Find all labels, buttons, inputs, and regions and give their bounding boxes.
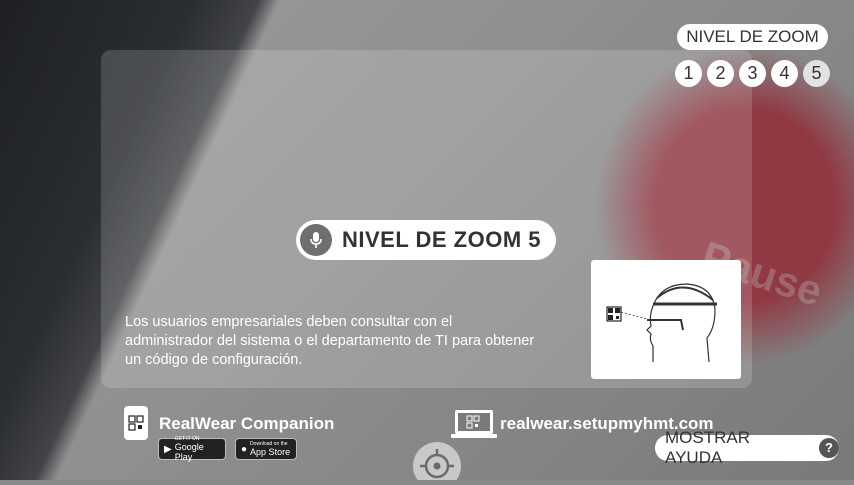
phone-qr-icon	[124, 406, 148, 440]
companion-app-section: RealWear Companion	[124, 406, 334, 440]
companion-app-title: RealWear Companion	[159, 414, 335, 433]
head-icon	[620, 283, 717, 363]
google-play-badge[interactable]: ▶ GET IT ON Google Play	[158, 436, 226, 462]
zoom-level-3-button[interactable]: 3	[739, 60, 766, 87]
microphone-icon	[300, 224, 332, 256]
zoom-level-indicator: NIVEL DE ZOOM 5	[296, 220, 556, 260]
crosshair-icon	[411, 440, 463, 485]
admin-message: Los usuarios empresariales deben consult…	[125, 314, 535, 368]
laptop-qr-icon	[451, 409, 497, 444]
zoom-level-2-button[interactable]: 2	[707, 60, 734, 87]
show-help-label: MOSTRAR AYUDA	[665, 428, 750, 467]
zoom-level-indicator-label: NIVEL DE ZOOM 5	[342, 227, 542, 252]
zoom-level-title: NIVEL DE ZOOM	[677, 24, 828, 50]
qr-code-icon	[606, 306, 622, 322]
zoom-level-1-button[interactable]: 1	[675, 60, 702, 87]
help-icon: ?	[819, 438, 839, 458]
google-play-label: Google Play	[174, 442, 204, 462]
zoom-level-5-button[interactable]: 5	[803, 60, 830, 87]
google-play-icon: ▶	[164, 443, 172, 455]
headset-scan-diagram	[591, 260, 741, 379]
app-store-badge[interactable]: ● Download on the App Store	[235, 438, 297, 460]
show-help-button[interactable]: MOSTRAR AYUDA ?	[655, 428, 839, 467]
zoom-level-4-button[interactable]: 4	[771, 60, 798, 87]
app-store-label: App Store	[250, 447, 291, 457]
apple-icon: ●	[241, 443, 248, 455]
